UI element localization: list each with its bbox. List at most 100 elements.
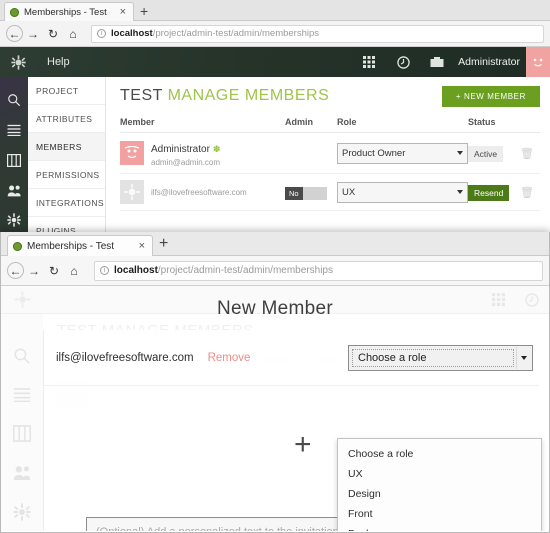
admin-sidebar: PROJECT ATTRIBUTES MEMBERS PERMISSIONS I…	[28, 77, 106, 257]
home-icon[interactable]: ⌂	[63, 24, 83, 44]
modal-title: New Member	[217, 298, 333, 319]
admin-toggle-track	[302, 187, 327, 200]
member-email: ilfs@ilovefreesoftware.com	[151, 187, 247, 197]
briefcase-icon[interactable]	[420, 56, 454, 68]
clock-icon[interactable]	[386, 55, 420, 69]
forward-icon[interactable]: →	[23, 24, 43, 44]
forward-icon[interactable]: →	[24, 261, 44, 281]
sidebar-item-project[interactable]: PROJECT	[28, 77, 105, 105]
role-option-back[interactable]: Back	[338, 524, 541, 531]
close-icon[interactable]: ×	[136, 240, 148, 252]
site-info-icon[interactable]: i	[100, 266, 109, 275]
icon-rail-back	[0, 77, 28, 257]
kanban-board-icon[interactable]	[0, 145, 28, 175]
settings-gear-icon[interactable]	[0, 205, 28, 235]
trash-icon[interactable]: 🗑	[520, 187, 534, 199]
new-tab-button[interactable]: +	[140, 3, 148, 19]
member-email: admin@admin.com	[151, 158, 221, 167]
admin-cell	[285, 132, 337, 174]
role-options-dropdown[interactable]: Choose a role UX Design Front Back Produ…	[337, 438, 542, 531]
avatar[interactable]	[526, 47, 550, 77]
reload-icon[interactable]: ↻	[44, 261, 64, 281]
role-option-choose-a-role[interactable]: Choose a role	[338, 444, 541, 464]
remove-invite-button[interactable]: Remove	[208, 352, 251, 364]
tab-title: Memberships - Test	[24, 6, 107, 18]
admin-toggle[interactable]: No	[285, 187, 327, 200]
tab-title: Memberships - Test	[27, 240, 115, 252]
table-row: ilfs@ilovefreesoftware.com No UX Resend …	[120, 173, 540, 211]
role-value: UX	[342, 186, 356, 198]
column-header-actions	[520, 117, 540, 133]
screen-root: Memberships - Test × + ← → ↻ ⌂ i localho…	[0, 0, 550, 533]
taiga-logo-icon	[9, 7, 20, 18]
site-info-icon[interactable]: i	[97, 29, 106, 38]
members-table: Member Admin Role Status Administrator ✽…	[120, 117, 540, 211]
sidebar-item-label: PROJECT	[36, 85, 79, 96]
browser-tab-memberships[interactable]: Memberships - Test ×	[4, 2, 134, 21]
column-header-role: Role	[337, 117, 468, 133]
add-member-button[interactable]: +	[294, 430, 312, 460]
current-user-label[interactable]: Administrator	[458, 56, 520, 68]
admin-avatar	[120, 141, 144, 165]
backlog-list-icon[interactable]	[0, 115, 28, 145]
new-tab-button[interactable]: +	[159, 236, 168, 252]
chevron-down-icon	[457, 151, 463, 155]
role-cell: Product Owner	[337, 132, 468, 174]
status-cell: Resend	[468, 173, 520, 211]
taiga-logo-icon	[12, 241, 23, 252]
url-host: localhost	[114, 265, 158, 276]
apps-grid-icon[interactable]	[352, 56, 386, 68]
page-title-project: TEST	[120, 87, 163, 104]
sidebar-item-permissions[interactable]: PERMISSIONS	[28, 161, 105, 189]
browser-window-front: Memberships - Test × + ← → ↻ ⌂ i localho…	[0, 232, 550, 533]
home-icon[interactable]: ⌂	[64, 261, 84, 281]
address-bar[interactable]: i localhost /project/admin-test/admin/me…	[91, 24, 544, 43]
member-cell: Administrator ✽ admin@admin.com	[120, 132, 285, 174]
member-cell: ilfs@ilovefreesoftware.com	[120, 173, 285, 211]
chevron-down-icon	[457, 190, 463, 194]
app-area-front: TEST MANAGE MEMBERS Member Admin Role Ad…	[1, 286, 549, 531]
help-link[interactable]: Help	[47, 56, 70, 68]
role-dropdown[interactable]: UX	[337, 181, 468, 203]
admin-toggle-label: No	[285, 187, 303, 200]
new-member-button[interactable]: + NEW MEMBER	[441, 86, 540, 107]
sidebar-item-members[interactable]: MEMBERS	[28, 133, 105, 161]
app-body-back: PROJECT ATTRIBUTES MEMBERS PERMISSIONS I…	[0, 77, 550, 257]
sidebar-item-attributes[interactable]: ATTRIBUTES	[28, 105, 105, 133]
chevron-down-icon[interactable]	[516, 346, 531, 369]
url-path: /project/admin-test/admin/memberships	[152, 28, 320, 39]
column-header-status: Status	[468, 117, 520, 133]
back-icon[interactable]: ←	[6, 25, 23, 42]
browser-tab-memberships[interactable]: Memberships - Test ×	[7, 235, 153, 256]
sidebar-item-integrations[interactable]: INTEGRATIONS	[28, 189, 105, 217]
table-header-row: Member Admin Role Status	[120, 117, 540, 133]
role-option-front[interactable]: Front	[338, 504, 541, 524]
role-option-ux[interactable]: UX	[338, 464, 541, 484]
address-bar[interactable]: i localhost /project/admin-test/admin/me…	[94, 260, 543, 281]
app-header-back: Help Administrator	[0, 47, 550, 77]
sidebar-item-label: INTEGRATIONS	[36, 197, 104, 208]
tab-bar-back: Memberships - Test × +	[0, 0, 550, 21]
role-dropdown[interactable]: Product Owner	[337, 142, 468, 164]
role-select[interactable]: Choose a role	[348, 344, 533, 371]
search-icon[interactable]	[0, 85, 28, 115]
reload-icon[interactable]: ↻	[43, 24, 63, 44]
pending-avatar	[120, 180, 144, 204]
navigation-bar-back: ← → ↻ ⌂ i localhost /project/admin-test/…	[0, 21, 550, 47]
tab-bar-front: Memberships - Test × +	[1, 232, 549, 256]
url-path: /project/admin-test/admin/memberships	[157, 265, 333, 276]
members-content: TEST MANAGE MEMBERS + NEW MEMBER Member …	[106, 77, 550, 257]
status-badge[interactable]: Resend	[468, 185, 510, 201]
team-icon[interactable]	[0, 175, 28, 205]
trash-icon[interactable]: 🗑	[520, 148, 534, 160]
status-cell: Active	[468, 132, 520, 174]
role-option-design[interactable]: Design	[338, 484, 541, 504]
role-cell: UX	[337, 173, 468, 211]
sidebar-item-label: MEMBERS	[36, 141, 82, 152]
app-logo-icon[interactable]	[0, 47, 37, 77]
close-icon[interactable]: ×	[117, 6, 129, 18]
role-value: Product Owner	[342, 147, 406, 159]
table-row: Administrator ✽ admin@admin.com Product O…	[120, 132, 540, 174]
back-icon[interactable]: ←	[7, 262, 24, 279]
status-badge[interactable]: Active	[468, 146, 504, 162]
